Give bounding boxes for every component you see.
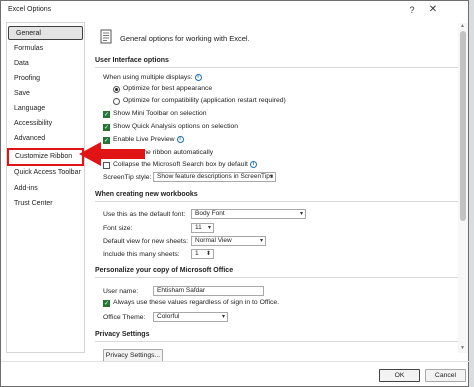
user-name-label: User name:	[103, 288, 139, 295]
nav-item-save[interactable]: Save	[7, 87, 84, 101]
font-size-select[interactable]: 11 ▾	[191, 223, 214, 233]
multi-display-label: When using multiple displays:	[103, 74, 193, 81]
sheet-count-label: Include this many sheets:	[103, 251, 180, 258]
info-icon[interactable]: i	[176, 136, 184, 143]
info-icon[interactable]: i	[194, 74, 202, 81]
help-icon[interactable]: ?	[406, 4, 418, 16]
section-divider	[95, 341, 463, 342]
section-divider	[95, 67, 463, 68]
chevron-down-icon: ▾	[207, 225, 211, 231]
chevron-down-icon: ▾	[221, 314, 225, 320]
radio-compat-label: Optimize for compatibility (application …	[123, 97, 286, 104]
sheet-count-value: 1	[195, 250, 199, 257]
dialog-title: Excel Options	[8, 6, 52, 13]
scroll-down-icon[interactable]: ▼	[460, 345, 465, 351]
cancel-button[interactable]: Cancel	[425, 369, 466, 382]
window-edge	[469, 0, 474, 387]
nav-item-accessibility[interactable]: Accessibility	[7, 117, 84, 131]
quick-analysis-checkbox[interactable]: ✓	[103, 124, 110, 131]
radio-best-appearance[interactable]	[113, 86, 120, 93]
section-personalize: Personalize your copy of Microsoft Offic…	[95, 267, 234, 274]
chevron-down-icon: ▾	[299, 211, 303, 217]
ok-button[interactable]: OK	[379, 369, 420, 382]
always-use-checkbox[interactable]: ✓	[103, 300, 110, 307]
nav-item-add-ins[interactable]: Add-ins	[7, 182, 84, 196]
close-icon[interactable]: ✕	[427, 4, 439, 16]
quick-analysis-label: Show Quick Analysis options on selection	[113, 123, 239, 130]
page-heading: General options for working with Excel.	[120, 34, 250, 43]
stepper-arrows-icon[interactable]: ⬍	[206, 250, 211, 258]
font-size-value: 11	[195, 224, 202, 231]
nav-item-trust-center[interactable]: Trust Center	[7, 197, 84, 211]
scroll-up-icon[interactable]: ▲	[460, 23, 465, 29]
nav-item-quick-access-toolbar[interactable]: Quick Access Toolbar	[7, 166, 84, 180]
screentip-label: ScreenTip style:	[103, 174, 152, 181]
radio-compatibility[interactable]	[113, 98, 120, 105]
mini-toolbar-checkbox[interactable]: ✓	[103, 111, 110, 118]
section-divider	[95, 277, 463, 278]
options-page-icon	[100, 29, 112, 44]
mini-toolbar-label: Show Mini Toolbar on selection	[113, 110, 207, 117]
nav-item-customize-ribbon[interactable]: Customize Ribbon	[7, 148, 84, 166]
default-view-value: Normal View	[195, 237, 232, 244]
scrollbar-thumb[interactable]	[460, 31, 466, 221]
nav-item-advanced[interactable]: Advanced	[7, 132, 84, 146]
nav-item-data[interactable]: Data	[7, 57, 84, 71]
section-new-workbooks: When creating new workbooks	[95, 191, 198, 198]
footer-divider	[1, 361, 470, 362]
office-theme-value: Colorful	[157, 313, 180, 320]
screentip-style-select[interactable]: Show feature descriptions in ScreenTips …	[153, 172, 276, 182]
nav-item-general[interactable]: General	[8, 26, 83, 40]
default-font-value: Body Font	[195, 210, 225, 217]
always-use-label: Always use these values regardless of si…	[113, 299, 280, 306]
title-bar: Excel Options ? ✕	[1, 1, 468, 20]
red-pointer-arrow	[79, 142, 145, 166]
section-divider	[95, 201, 463, 202]
radio-best-label: Optimize for best appearance	[123, 85, 213, 92]
multi-display-row: When using multiple displays: i	[103, 74, 202, 84]
excel-options-dialog: Excel Options ? ✕ General Formulas Data …	[0, 0, 470, 387]
nav-item-language[interactable]: Language	[7, 102, 84, 116]
default-font-select[interactable]: Body Font ▾	[191, 209, 306, 219]
options-nav: General Formulas Data Proofing Save Lang…	[6, 22, 85, 353]
section-ui-options: User Interface options	[95, 57, 169, 64]
chevron-down-icon: ▾	[259, 238, 263, 244]
chevron-down-icon: ▾	[269, 174, 273, 180]
default-view-select[interactable]: Normal View ▾	[191, 236, 266, 246]
office-theme-label: Office Theme:	[103, 314, 146, 321]
info-icon[interactable]: i	[249, 161, 257, 168]
general-options-panel: General options for working with Excel. …	[93, 23, 469, 362]
default-view-label: Default view for new sheets:	[103, 238, 189, 245]
section-privacy: Privacy Settings	[95, 331, 150, 338]
office-theme-select[interactable]: Colorful ▾	[153, 312, 228, 322]
default-font-label: Use this as the default font:	[103, 211, 186, 218]
screentip-style-value: Show feature descriptions in ScreenTips	[157, 173, 274, 180]
user-name-input[interactable]: Ehtisham Safdar	[153, 286, 264, 296]
font-size-label: Font size:	[103, 225, 133, 232]
sheet-count-stepper[interactable]: 1 ⬍	[191, 249, 214, 259]
nav-item-formulas[interactable]: Formulas	[7, 42, 84, 56]
nav-item-proofing[interactable]: Proofing	[7, 72, 84, 86]
